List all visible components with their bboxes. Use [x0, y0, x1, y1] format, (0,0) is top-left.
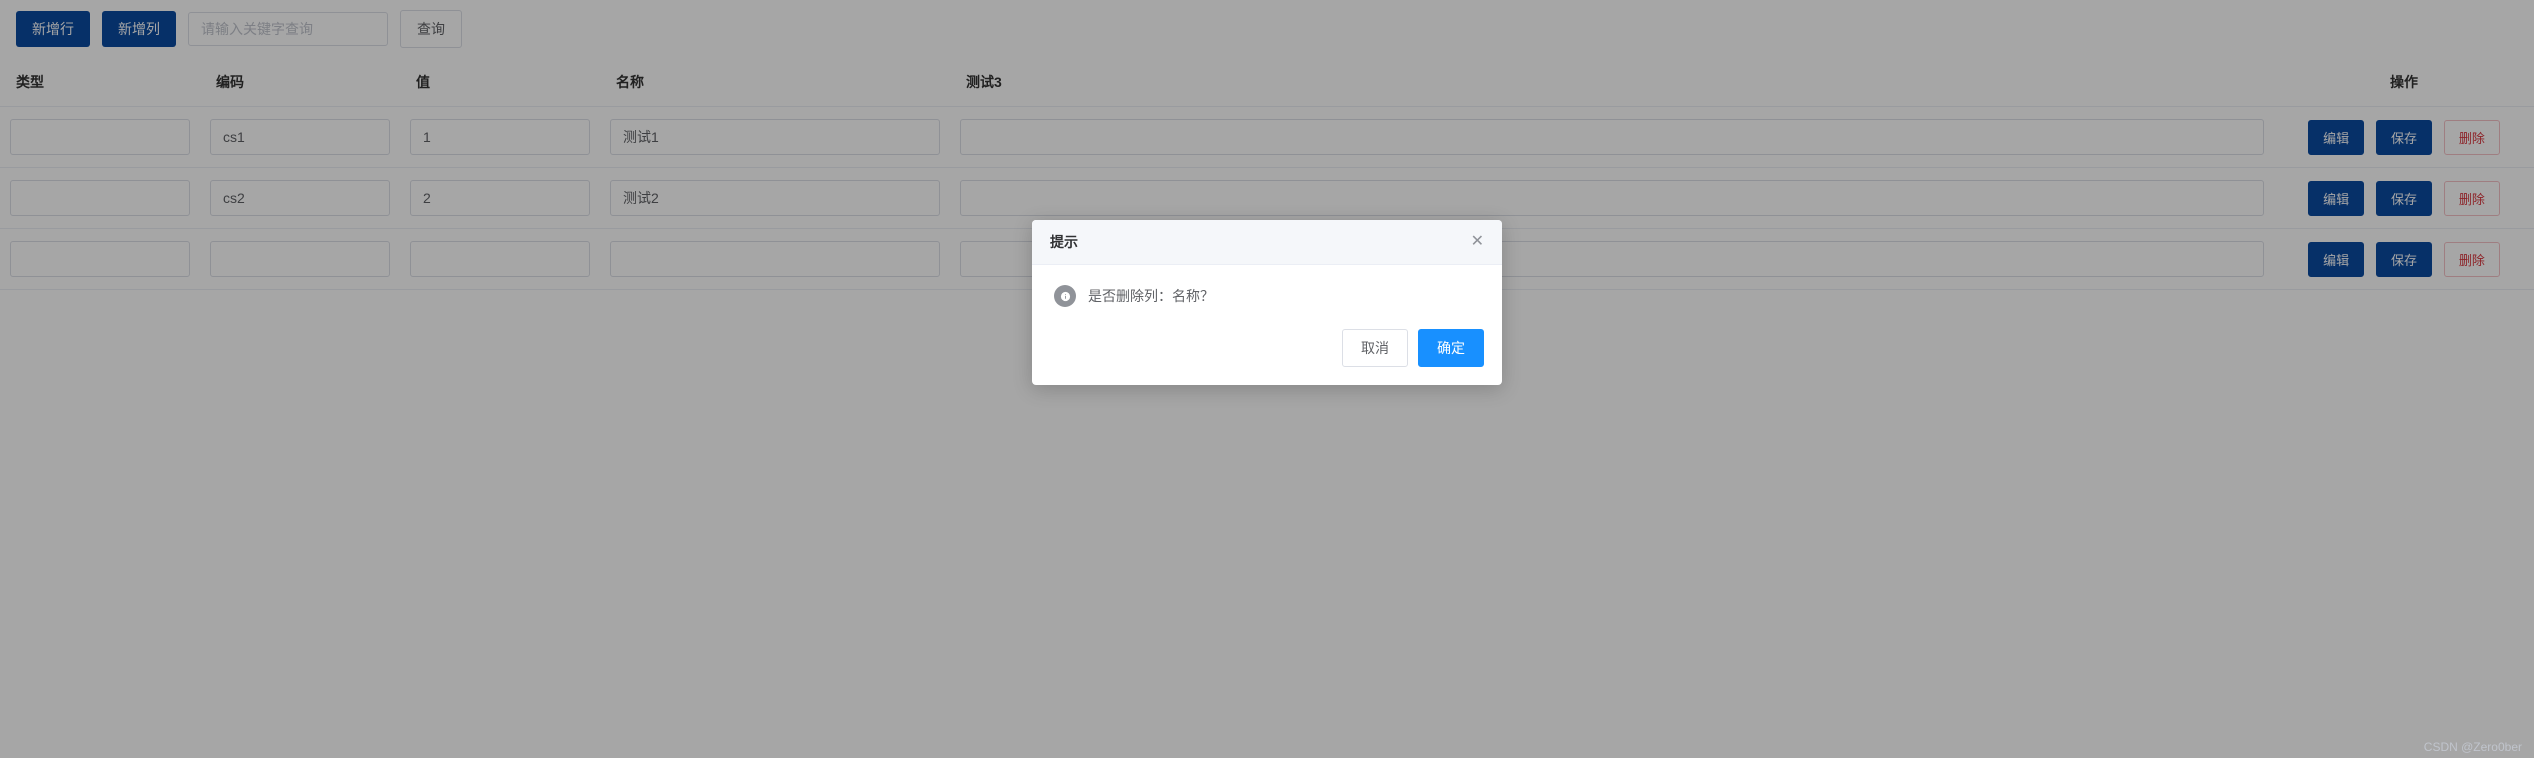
cancel-button[interactable]: 取消 — [1342, 329, 1408, 367]
dialog-body: 是否删除列：名称？ — [1032, 265, 1502, 317]
info-icon — [1054, 285, 1076, 307]
dialog-header: 提示 ✕ — [1032, 220, 1502, 265]
close-icon[interactable]: ✕ — [1471, 234, 1484, 250]
dialog-title: 提示 — [1050, 232, 1078, 252]
watermark: CSDN @Zero0ber — [2424, 740, 2522, 754]
confirm-dialog: 提示 ✕ 是否删除列：名称？ 取消 确定 — [1032, 220, 1502, 385]
modal-backdrop[interactable]: 提示 ✕ 是否删除列：名称？ 取消 确定 — [0, 0, 2534, 758]
dialog-footer: 取消 确定 — [1032, 317, 1502, 385]
dialog-message: 是否删除列：名称？ — [1088, 286, 1214, 306]
confirm-button[interactable]: 确定 — [1418, 329, 1484, 367]
